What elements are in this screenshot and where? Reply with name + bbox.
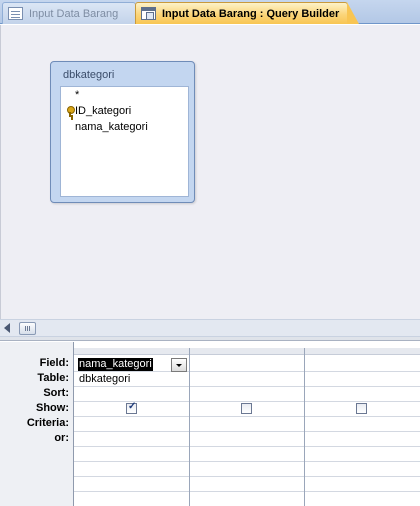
row-label-field: Field:	[39, 357, 69, 369]
grid-line	[74, 491, 420, 492]
primary-key-icon	[66, 106, 75, 118]
column-separator[interactable]	[189, 348, 190, 506]
show-checkbox-col3[interactable]	[356, 403, 367, 414]
table-title[interactable]: dbkategori	[63, 69, 114, 81]
row-label-or: or:	[54, 432, 69, 444]
field-item-id-kategori[interactable]: ID_kategori	[75, 104, 131, 119]
table-cell-col1[interactable]: dbkategori	[79, 372, 130, 387]
query-icon	[141, 7, 156, 20]
field-cell-col2[interactable]	[193, 356, 301, 371]
query-builder-window: Input Data Barang Input Data Barang : Qu…	[0, 0, 420, 506]
design-grid: Field: Table: Sort: Show: Criteria: or: …	[0, 342, 420, 506]
field-dropdown-button[interactable]	[171, 358, 187, 372]
tab-query-builder[interactable]: Input Data Barang : Query Builder	[135, 2, 359, 24]
document-tab-strip: Input Data Barang Input Data Barang : Qu…	[0, 0, 420, 24]
field-item-all[interactable]: *	[75, 88, 79, 103]
tab-input-data-barang[interactable]: Input Data Barang	[2, 2, 144, 24]
row-label-table: Table:	[37, 372, 69, 384]
show-checkbox-col2[interactable]	[241, 403, 252, 414]
grid-row-headers: Field: Table: Sort: Show: Criteria: or:	[0, 342, 74, 506]
scroll-left-arrow-icon[interactable]	[4, 323, 10, 333]
grid-line	[74, 431, 420, 432]
field-cell-col1[interactable]: nama_kategori	[78, 358, 153, 371]
scroll-thumb[interactable]	[19, 322, 36, 335]
horizontal-scrollbar[interactable]	[0, 319, 420, 337]
grid-line	[74, 461, 420, 462]
grid-column-selector-bar[interactable]	[74, 348, 420, 355]
field-item-nama-kategori[interactable]: nama_kategori	[75, 120, 148, 135]
pane-splitter[interactable]	[0, 337, 420, 341]
column-separator[interactable]	[304, 348, 305, 506]
form-icon	[8, 7, 23, 20]
field-list[interactable]: * ID_kategori nama_kategori	[60, 86, 189, 197]
grid-line	[74, 446, 420, 447]
show-checkbox-col1[interactable]	[126, 401, 137, 414]
grid-line	[74, 401, 420, 402]
tab-label: Input Data Barang : Query Builder	[162, 7, 340, 20]
row-label-sort: Sort:	[43, 387, 69, 399]
row-label-criteria: Criteria:	[26, 417, 69, 429]
grid-line	[74, 476, 420, 477]
tab-label: Input Data Barang	[29, 7, 119, 20]
field-cell-col3[interactable]	[308, 356, 416, 371]
table-field-list-window[interactable]: dbkategori * ID_kategori nama_kategori	[50, 61, 195, 203]
table-diagram-pane[interactable]: dbkategori * ID_kategori nama_kategori	[0, 25, 420, 319]
row-label-show: Show:	[36, 402, 69, 414]
grid-line	[74, 416, 420, 417]
